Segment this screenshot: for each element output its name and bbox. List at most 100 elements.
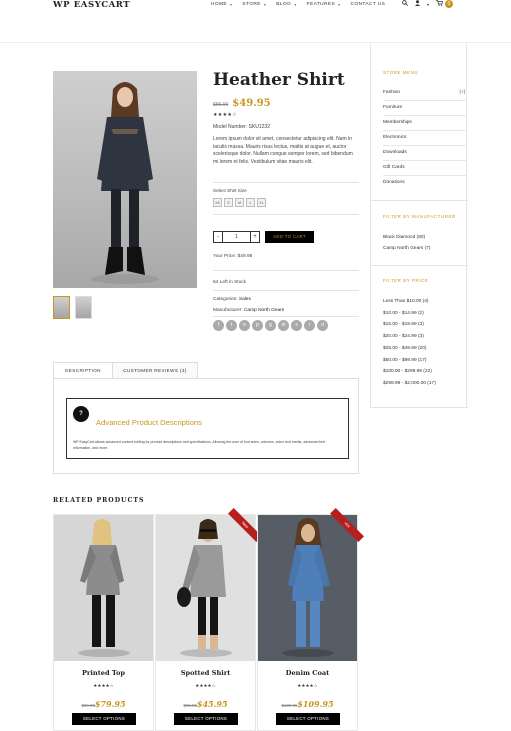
related-product-card[interactable]: Hot Denim Coat ★★★★☆ $139.95$109.95 SELE…	[257, 508, 364, 731]
current-price: $109.95	[297, 699, 334, 709]
sidebar-item-electronics[interactable]: Electronics	[383, 131, 467, 146]
manufacturer-link[interactable]: Camp North Gears	[244, 308, 284, 313]
current-price: $79.95	[94, 699, 126, 709]
related-product-name[interactable]: Spotted Shirt	[156, 669, 255, 677]
related-product-image[interactable]	[54, 515, 153, 661]
related-product-card[interactable]: New Spotted Shirt ★★★★☆ $55.95$45.95 SEL…	[155, 508, 262, 731]
store-menu-title: STORE MENU	[383, 70, 419, 75]
nav-item-blog[interactable]: BLOG ▾	[276, 2, 296, 7]
nav-item-home[interactable]: HOME ▾	[211, 2, 232, 7]
site-logo[interactable]: WP EASYCART	[53, 0, 130, 10]
related-product-card[interactable]: Printed Top ★★★★☆ $99.99$79.95 SELECT OP…	[53, 514, 154, 731]
size-swatch[interactable]: S	[224, 198, 233, 207]
select-options-button[interactable]: SELECT OPTIONS	[72, 713, 136, 725]
nav-item-store[interactable]: STORE ▾	[242, 2, 266, 7]
filter-price-item[interactable]: $25.00 - $49.99 (20)	[383, 343, 467, 355]
related-product-image[interactable]	[156, 515, 255, 661]
divider	[213, 270, 359, 271]
related-product-image[interactable]	[258, 515, 357, 661]
divider	[371, 200, 468, 201]
menu-label: Fashion	[383, 90, 401, 95]
related-product-name[interactable]: Denim Coat	[258, 669, 357, 677]
filter-price-item[interactable]: $100.00 - $299.99 (22)	[383, 366, 467, 378]
user-icon[interactable]	[415, 0, 420, 8]
delicious-icon[interactable]: d	[317, 320, 328, 331]
tab-description[interactable]: DESCRIPTION	[53, 362, 113, 379]
manufacturer-filter-title: FILTER BY MANUFACTURER	[383, 214, 456, 219]
advanced-title: Advanced Product Descriptions	[96, 418, 202, 427]
sidebar-item-downloads[interactable]: Downloads	[383, 146, 467, 161]
qty-plus-button[interactable]: +	[250, 231, 260, 243]
size-swatch[interactable]: L	[246, 198, 255, 207]
product-main-image[interactable]	[53, 71, 197, 288]
size-swatch[interactable]: XS	[213, 198, 222, 207]
product-thumbnail[interactable]	[53, 296, 70, 319]
cart-link[interactable]: 0	[436, 0, 454, 8]
site-header: WP EASYCART HOME ▾ STORE ▾ BLOG ▾ FEATURES ▾…	[0, 0, 511, 14]
filter-price-item[interactable]: $299.99 - $2,000.00 (17)	[383, 378, 467, 390]
tab-panel-description: ? Advanced Product Descriptions WP EasyC…	[53, 378, 359, 474]
search-icon[interactable]	[402, 0, 408, 8]
select-options-button[interactable]: SELECT OPTIONS	[276, 713, 340, 725]
filter-manufacturer-item[interactable]: Black Diamond (80)	[383, 232, 467, 243]
filter-price-item[interactable]: $50.00 - $99.99 (17)	[383, 355, 467, 367]
related-product-price: $55.95$45.95	[156, 694, 255, 712]
product-thumbnail[interactable]	[75, 296, 92, 319]
product-meta: Categories: Sales Manufacturer: Camp Nor…	[213, 294, 284, 316]
size-swatch[interactable]: M	[235, 198, 244, 207]
short-description: Lorem ipsum dolor sit amet, consectetur …	[213, 136, 353, 165]
divider	[371, 265, 468, 266]
facebook-icon[interactable]: f	[213, 320, 224, 331]
related-product-name[interactable]: Printed Top	[54, 669, 153, 677]
expand-toggle[interactable]: [+]	[460, 86, 465, 100]
sidebar-item-donations[interactable]: Donations	[383, 176, 467, 191]
tab-customer-reviews[interactable]: CUSTOMER REVIEWS (3)	[112, 362, 198, 379]
product-price: $55.99 $49.95	[213, 98, 271, 109]
stumbleupon-icon[interactable]: s	[291, 320, 302, 331]
rating-stars: ★★★★☆	[195, 683, 216, 688]
social-share: f t e p g in s r d	[213, 320, 328, 331]
filter-manufacturer-item[interactable]: Camp North Gears (7)	[383, 243, 467, 254]
nav-label: BLOG	[276, 2, 292, 7]
product-thumbnails	[53, 296, 92, 319]
your-price: Your Price: $49.95	[213, 254, 253, 259]
manufacturer-filter: Black Diamond (80) Camp North Gears (7)	[383, 232, 467, 254]
sidebar-item-furniture[interactable]: Furniture	[383, 101, 467, 116]
nav-item-contact[interactable]: CONTACT US	[351, 2, 386, 7]
filter-price-item[interactable]: $15.00 - $19.99 (3)	[383, 319, 467, 331]
sidebar-item-gift-cards[interactable]: Gift Cards	[383, 161, 467, 176]
quantity-input[interactable]: 1	[223, 231, 250, 243]
chevron-down-icon: ▾	[263, 2, 267, 7]
pinterest-icon[interactable]: p	[252, 320, 263, 331]
size-swatch[interactable]: XL	[257, 198, 266, 207]
quantity-stepper: - 1 +	[213, 231, 260, 243]
sidebar-item-fashion[interactable]: Fashion [+]	[383, 86, 467, 101]
chevron-down-icon: ▾	[338, 2, 341, 7]
select-options-button[interactable]: SELECT OPTIONS	[174, 713, 238, 725]
filter-price-item[interactable]: $10.00 - $14.99 (2)	[383, 308, 467, 320]
current-price: $49.95	[232, 98, 271, 109]
cart-count-badge: 0	[445, 0, 454, 8]
linkedin-icon[interactable]: in	[278, 320, 289, 331]
chevron-down-icon: ▾	[294, 2, 297, 7]
filter-price-item[interactable]: Less Than $10.00 (4)	[383, 296, 467, 308]
old-price: $139.95	[281, 703, 298, 708]
googleplus-icon[interactable]: g	[265, 320, 276, 331]
nav-item-features[interactable]: FEATURES ▾	[307, 2, 341, 7]
chevron-down-icon: ▾	[230, 2, 233, 7]
reddit-icon[interactable]: r	[304, 320, 315, 331]
categories-label: Categories:	[213, 297, 238, 302]
filter-price-item[interactable]: $20.00 - $24.99 (3)	[383, 331, 467, 343]
add-to-cart-button[interactable]: ADD TO CART	[265, 231, 314, 243]
store-menu: Fashion [+] Furniture Memberships Electro…	[383, 86, 467, 191]
cart-icon	[436, 0, 443, 8]
email-icon[interactable]: e	[239, 320, 250, 331]
qty-minus-button[interactable]: -	[213, 231, 223, 243]
twitter-icon[interactable]: t	[226, 320, 237, 331]
category-link[interactable]: Sales	[239, 297, 251, 302]
divider	[213, 316, 359, 317]
sidebar-item-memberships[interactable]: Memberships	[383, 116, 467, 131]
price-filter: Less Than $10.00 (4) $10.00 - $14.99 (2)…	[383, 296, 467, 390]
related-products-title: RELATED PRODUCTS	[53, 497, 145, 504]
chevron-down-icon[interactable]: ▾	[427, 2, 429, 7]
